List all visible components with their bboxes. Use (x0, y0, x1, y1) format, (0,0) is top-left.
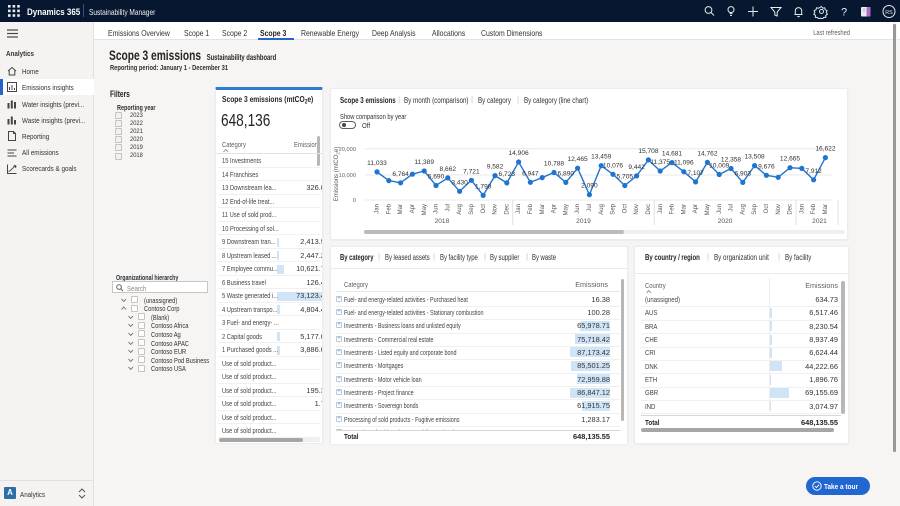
svg-text:Sep: Sep (611, 203, 617, 214)
svg-text:8,662: 8,662 (440, 166, 457, 173)
svg-text:2,090: 2,090 (581, 183, 598, 190)
svg-text:10,788: 10,788 (544, 161, 565, 168)
svg-text:0: 0 (353, 198, 356, 204)
svg-text:Emissions (mtCO2e): Emissions (mtCO2e) (334, 147, 340, 202)
svg-text:Oct: Oct (622, 204, 628, 214)
svg-text:11,096: 11,096 (674, 160, 694, 167)
svg-text:Jan: Jan (375, 204, 381, 214)
svg-text:10,076: 10,076 (603, 162, 624, 169)
svg-text:Feb: Feb (386, 203, 392, 214)
svg-text:2018: 2018 (435, 218, 450, 225)
svg-text:Apr: Apr (552, 204, 558, 213)
svg-text:20,000: 20,000 (339, 147, 356, 153)
svg-text:7,721: 7,721 (463, 168, 480, 175)
svg-text:6,947: 6,947 (522, 170, 539, 177)
svg-text:12,358: 12,358 (721, 157, 742, 164)
svg-text:Nov: Nov (776, 204, 782, 215)
svg-text:15,708: 15,708 (638, 148, 659, 155)
svg-text:1,798: 1,798 (475, 183, 492, 190)
svg-text:9,582: 9,582 (487, 164, 504, 171)
svg-text:Feb: Feb (528, 203, 534, 214)
svg-text:RS: RS (885, 10, 893, 16)
svg-text:May: May (705, 204, 711, 215)
svg-text:14,906: 14,906 (509, 150, 530, 157)
svg-text:Nov: Nov (634, 204, 640, 215)
svg-text:Aug: Aug (599, 204, 605, 215)
svg-text:Nov: Nov (493, 204, 499, 215)
svg-text:10,000: 10,000 (339, 173, 356, 179)
svg-text:Feb: Feb (670, 203, 676, 214)
svg-text:5,705: 5,705 (617, 174, 634, 181)
svg-text:14,681: 14,681 (662, 151, 683, 158)
svg-text:Mar: Mar (681, 204, 687, 214)
svg-text:12,465: 12,465 (568, 156, 589, 163)
svg-text:Oct: Oct (764, 204, 770, 214)
svg-text:Sep: Sep (469, 203, 475, 214)
svg-text:7,107: 7,107 (687, 170, 704, 177)
svg-text:Jul: Jul (445, 204, 451, 212)
svg-text:7,912: 7,912 (805, 168, 822, 175)
svg-text:Mar: Mar (540, 204, 546, 214)
svg-text:3,430: 3,430 (451, 179, 468, 186)
svg-text:Jun: Jun (575, 204, 581, 214)
svg-text:Apr: Apr (410, 204, 416, 213)
svg-text:6,764: 6,764 (392, 171, 409, 178)
svg-text:Mar: Mar (398, 204, 404, 214)
svg-text:Jan: Jan (799, 204, 805, 214)
svg-text:11,375: 11,375 (650, 159, 670, 166)
svg-text:Jan: Jan (516, 204, 522, 214)
svg-text:2021: 2021 (812, 218, 827, 225)
svg-text:9,676: 9,676 (758, 163, 775, 170)
svg-text:?: ? (841, 7, 847, 19)
svg-text:Apr: Apr (693, 204, 699, 213)
svg-text:Feb: Feb (811, 203, 817, 214)
svg-text:11,389: 11,389 (414, 159, 434, 166)
svg-text:6,723: 6,723 (499, 171, 516, 178)
svg-text:Jul: Jul (587, 204, 593, 212)
svg-text:Mar: Mar (823, 204, 829, 214)
svg-text:Dec: Dec (646, 204, 652, 215)
svg-text:Dec: Dec (504, 204, 510, 215)
svg-text:Jul: Jul (729, 204, 735, 212)
svg-text:13,459: 13,459 (591, 154, 612, 161)
svg-text:Dec: Dec (788, 204, 794, 215)
svg-text:2019: 2019 (576, 218, 591, 225)
svg-text:Sep: Sep (752, 203, 758, 214)
svg-text:Oct: Oct (481, 204, 487, 214)
svg-text:16,622: 16,622 (815, 146, 836, 153)
svg-text:May: May (422, 204, 428, 215)
svg-text:6,903: 6,903 (735, 170, 752, 177)
svg-text:Aug: Aug (457, 204, 463, 215)
svg-text:2020: 2020 (718, 218, 733, 225)
svg-text:12,665: 12,665 (780, 156, 801, 163)
svg-text:9,442: 9,442 (628, 164, 645, 171)
svg-text:10,009: 10,009 (709, 163, 730, 170)
svg-text:Jan: Jan (658, 204, 664, 214)
svg-text:6,890: 6,890 (558, 170, 575, 177)
svg-text:Jun: Jun (434, 204, 440, 214)
svg-text:Aug: Aug (740, 204, 746, 215)
svg-text:May: May (563, 204, 569, 215)
svg-text:Jun: Jun (717, 204, 723, 214)
svg-text:14,762: 14,762 (697, 150, 718, 157)
svg-text:11,033: 11,033 (367, 160, 387, 167)
svg-text:5,690: 5,690 (428, 174, 445, 181)
svg-text:13,508: 13,508 (745, 154, 766, 161)
